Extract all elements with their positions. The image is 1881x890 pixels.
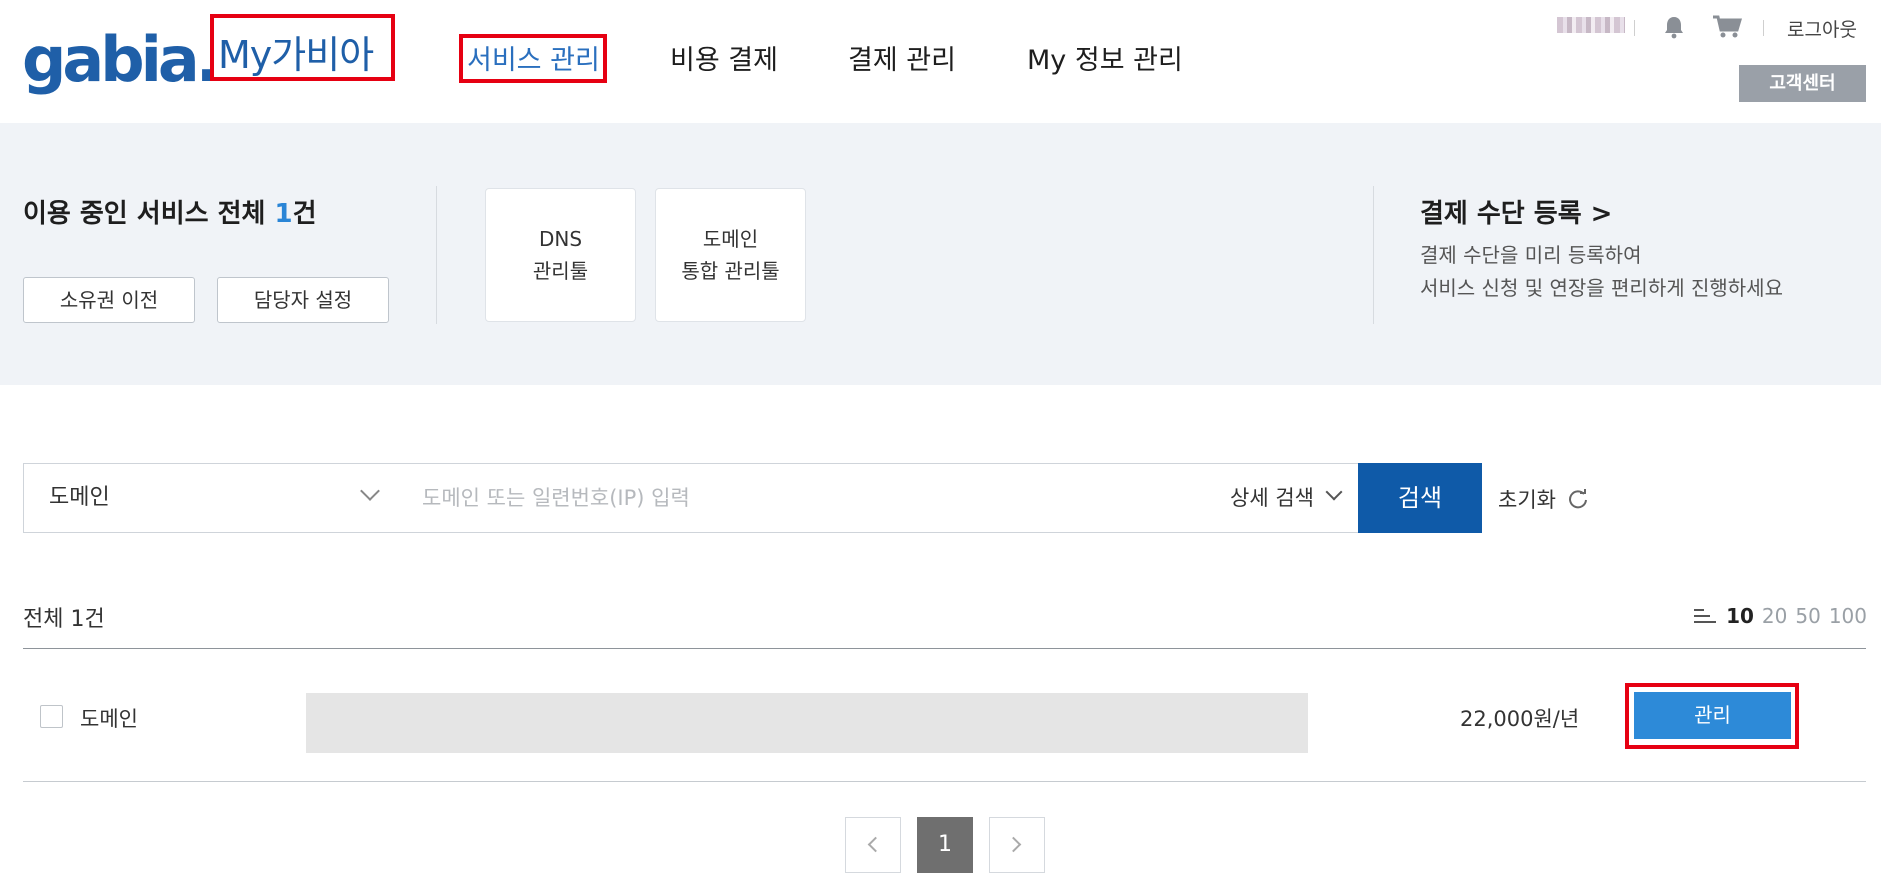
list-lines-icon (1694, 609, 1717, 623)
payment-description: 결제 수단을 미리 등록하여 서비스 신청 및 연장을 편리하게 진행하세요 (1420, 239, 1783, 305)
tool-label: 통합 관리툴 (681, 259, 780, 283)
domain-name-masked (306, 693, 1308, 753)
nav-my-info[interactable]: My 정보 관리 (1027, 38, 1183, 77)
page-size-option[interactable]: 100 (1829, 604, 1867, 628)
chevron-down-icon (360, 481, 380, 501)
chevron-left-icon (867, 836, 884, 853)
service-summary-band: 이용 중인 서비스 전체 1건 소유권 이전 담당자 설정 DNS 관리툴 도메… (0, 123, 1881, 385)
title-suffix: 건 (292, 199, 317, 229)
row-checkbox[interactable] (40, 705, 63, 728)
tool-label: DNS (538, 227, 583, 251)
service-price: 22,000원/년 (1460, 707, 1580, 731)
logout-link[interactable]: 로그아웃 (1787, 15, 1857, 42)
service-count-title: 이용 중인 서비스 전체 1건 (23, 193, 317, 230)
service-count: 1 (274, 199, 293, 229)
category-select[interactable]: 도메인 (23, 463, 398, 533)
gabia-logo[interactable]: gabia. (22, 23, 219, 96)
service-type: 도메인 (80, 707, 138, 731)
nav-service-manage[interactable]: 서비스 관리 (467, 38, 600, 77)
cart-icon[interactable] (1712, 15, 1742, 39)
ownership-transfer-button[interactable]: 소유권 이전 (23, 277, 195, 323)
manage-button[interactable]: 관리 (1634, 692, 1791, 739)
dns-tool-card[interactable]: DNS 관리툴 (485, 188, 636, 322)
bell-icon[interactable] (1663, 15, 1685, 39)
title-prefix: 이용 중인 서비스 전체 (23, 199, 275, 229)
search-field: 상세 검색 (397, 463, 1359, 533)
page-number-current[interactable]: 1 (917, 817, 973, 873)
divider (436, 186, 437, 324)
logo-text: gabia. (22, 23, 219, 96)
domain-tool-card[interactable]: 도메인 통합 관리툴 (655, 188, 806, 322)
payment-register-link[interactable]: 결제 수단 등록 > (1420, 193, 1612, 230)
list-bottom-border (23, 781, 1866, 782)
page-size-option[interactable]: 50 (1795, 604, 1820, 628)
payment-desc-line: 서비스 신청 및 연장을 편리하게 진행하세요 (1420, 276, 1783, 300)
refresh-icon[interactable] (1567, 488, 1589, 510)
page-size-option[interactable]: 10 (1726, 604, 1754, 628)
nav-payment-manage[interactable]: 결제 관리 (848, 38, 956, 77)
total-count: 전체 1건 (23, 607, 105, 632)
page-size-option[interactable]: 20 (1762, 604, 1787, 628)
chevron-right-icon (1005, 836, 1022, 853)
payment-desc-line: 결제 수단을 미리 등록하여 (1420, 243, 1642, 267)
nav-billing[interactable]: 비용 결제 (670, 38, 778, 77)
divider (1634, 20, 1635, 36)
page-size-selector: 10 20 50 100 (1694, 604, 1867, 628)
divider (1373, 186, 1374, 324)
mygabia-title[interactable]: My가비아 (218, 24, 374, 79)
manager-setting-button[interactable]: 담당자 설정 (217, 277, 389, 323)
next-page-button[interactable] (989, 817, 1045, 873)
detail-search-toggle[interactable]: 상세 검색 (1230, 464, 1314, 532)
category-value: 도메인 (49, 485, 110, 510)
search-input[interactable] (422, 464, 1122, 532)
user-name-blurred (1557, 17, 1625, 33)
chevron-down-icon[interactable] (1325, 483, 1343, 501)
prev-page-button[interactable] (845, 817, 901, 873)
reset-button[interactable]: 초기화 (1498, 484, 1556, 514)
customer-center-button[interactable]: 고객센터 (1739, 65, 1866, 102)
header: gabia. My가비아 서비스 관리 비용 결제 결제 관리 My 정보 관리… (0, 0, 1881, 123)
tool-label: 도메인 (702, 227, 759, 251)
divider (1763, 20, 1764, 36)
list-top-border (23, 648, 1866, 649)
search-button[interactable]: 검색 (1358, 463, 1482, 533)
tool-label: 관리툴 (532, 259, 589, 283)
